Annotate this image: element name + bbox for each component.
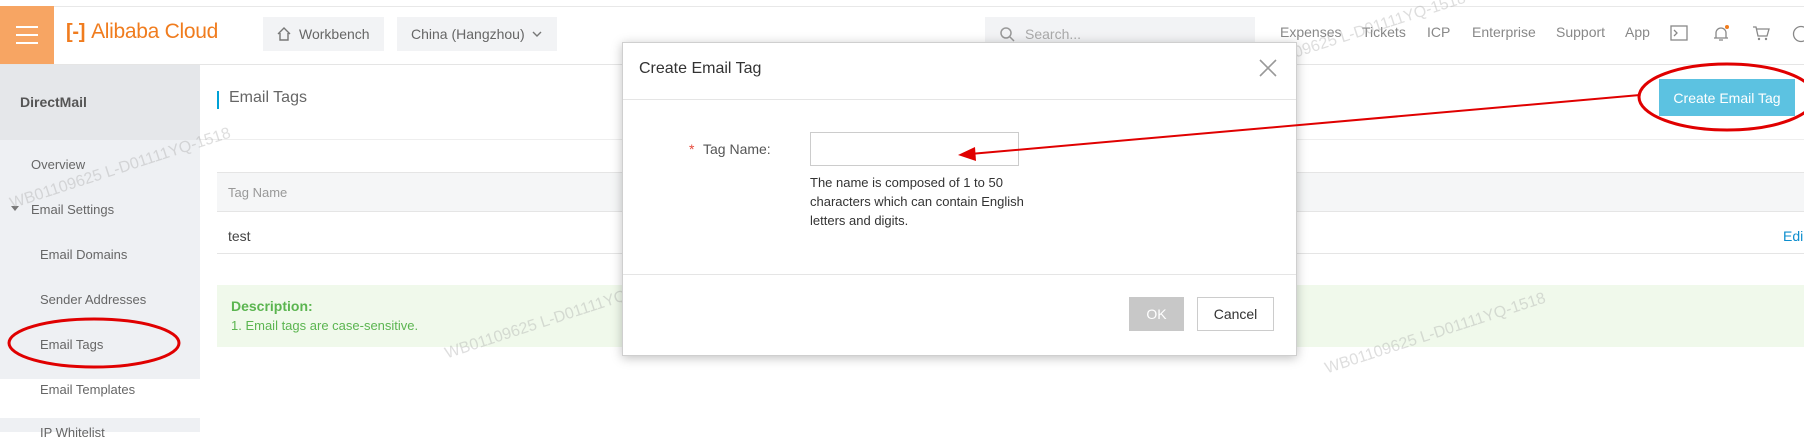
dialog-header-divider <box>623 99 1296 100</box>
workbench-label: Workbench <box>299 26 370 42</box>
edit-link[interactable]: Edi <box>1783 228 1803 244</box>
nav-link-icp[interactable]: ICP <box>1427 24 1450 40</box>
region-label: China (Hangzhou) <box>411 26 525 42</box>
table-cell-tag-name: test <box>228 228 251 244</box>
page-title: Email Tags <box>229 89 307 107</box>
chevron-down-icon <box>531 28 543 40</box>
nav-link-expenses[interactable]: Expenses <box>1280 24 1341 40</box>
logo-mark-icon: [-] <box>66 21 85 44</box>
home-icon <box>277 27 291 41</box>
sidebar-header: DirectMail <box>0 65 200 140</box>
sidebar-item-sender-addresses[interactable]: Sender Addresses <box>40 292 146 307</box>
title-accent-bar <box>217 91 219 109</box>
required-asterisk: * <box>689 141 694 157</box>
close-icon[interactable] <box>1257 57 1279 79</box>
search-icon <box>999 26 1015 42</box>
column-header-tag-name: Tag Name <box>228 185 287 200</box>
tag-name-label: Tag Name: <box>703 141 771 157</box>
sidebar-item-email-settings[interactable]: Email Settings <box>31 202 114 217</box>
logo-text: Alibaba Cloud <box>91 20 218 44</box>
cart-icon[interactable] <box>1752 25 1770 41</box>
dialog-footer-divider <box>623 274 1296 275</box>
tag-name-hint: The name is composed of 1 to 50 characte… <box>810 173 1025 230</box>
sidebar-item-overview[interactable]: Overview <box>31 157 85 172</box>
top-divider <box>0 6 1804 7</box>
ok-button[interactable]: OK <box>1129 297 1184 331</box>
sidebar-title: DirectMail <box>20 94 87 110</box>
nav-link-tickets[interactable]: Tickets <box>1362 24 1406 40</box>
create-email-tag-button[interactable]: Create Email Tag <box>1659 79 1795 116</box>
sidebar-item-ip-whitelist[interactable]: IP Whitelist <box>40 425 105 440</box>
nav-link-enterprise[interactable]: Enterprise <box>1472 24 1536 40</box>
description-line: 1. Email tags are case-sensitive. <box>231 318 418 333</box>
sidebar-item-email-templates[interactable]: Email Templates <box>40 382 135 397</box>
cancel-button[interactable]: Cancel <box>1197 297 1274 331</box>
search-placeholder: Search... <box>1025 26 1081 42</box>
help-icon[interactable] <box>1792 25 1804 43</box>
terminal-icon[interactable] <box>1670 25 1688 41</box>
caret-down-icon[interactable] <box>10 205 20 213</box>
tag-name-input[interactable] <box>810 132 1019 166</box>
dialog-title: Create Email Tag <box>639 60 761 78</box>
hamburger-icon <box>16 23 38 47</box>
sidebar-item-email-tags[interactable]: Email Tags <box>40 337 103 352</box>
description-title: Description: <box>231 298 313 314</box>
alibaba-cloud-logo[interactable]: [-] Alibaba Cloud <box>66 20 218 44</box>
workbench-button[interactable]: Workbench <box>263 17 384 51</box>
bell-icon[interactable] <box>1712 25 1730 43</box>
sidebar-item-email-domains[interactable]: Email Domains <box>40 247 127 262</box>
menu-button[interactable] <box>0 6 54 64</box>
nav-link-support[interactable]: Support <box>1556 24 1605 40</box>
region-selector[interactable]: China (Hangzhou) <box>397 17 557 51</box>
sidebar: DirectMail Overview Email Settings Email… <box>0 65 200 432</box>
create-email-tag-dialog: Create Email Tag * Tag Name: The name is… <box>622 42 1297 356</box>
nav-link-app[interactable]: App <box>1625 24 1650 40</box>
